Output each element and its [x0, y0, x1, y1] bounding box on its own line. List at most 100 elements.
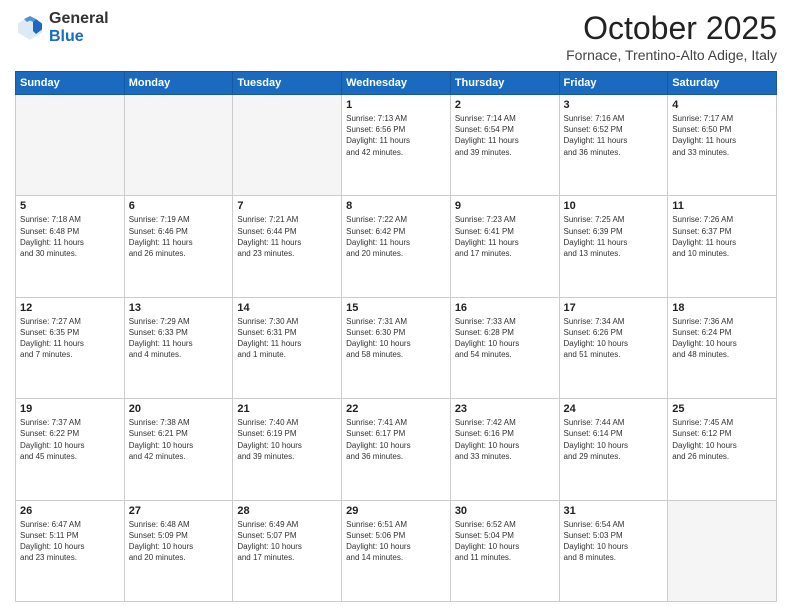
day-info: Sunrise: 6:54 AM Sunset: 5:03 PM Dayligh… — [564, 519, 664, 564]
day-info: Sunrise: 7:33 AM Sunset: 6:28 PM Dayligh… — [455, 316, 555, 361]
month-title: October 2025 — [566, 10, 777, 47]
calendar-cell: 7Sunrise: 7:21 AM Sunset: 6:44 PM Daylig… — [233, 196, 342, 297]
calendar-cell: 26Sunrise: 6:47 AM Sunset: 5:11 PM Dayli… — [16, 500, 125, 601]
day-info: Sunrise: 7:34 AM Sunset: 6:26 PM Dayligh… — [564, 316, 664, 361]
day-number: 26 — [20, 505, 120, 517]
calendar-cell — [668, 500, 777, 601]
calendar-cell: 9Sunrise: 7:23 AM Sunset: 6:41 PM Daylig… — [450, 196, 559, 297]
calendar-header-thursday: Thursday — [450, 72, 559, 95]
day-info: Sunrise: 7:25 AM Sunset: 6:39 PM Dayligh… — [564, 214, 664, 259]
day-info: Sunrise: 7:16 AM Sunset: 6:52 PM Dayligh… — [564, 113, 664, 158]
day-number: 1 — [346, 99, 446, 111]
day-info: Sunrise: 7:31 AM Sunset: 6:30 PM Dayligh… — [346, 316, 446, 361]
calendar-header-friday: Friday — [559, 72, 668, 95]
calendar-cell: 22Sunrise: 7:41 AM Sunset: 6:17 PM Dayli… — [342, 399, 451, 500]
day-info: Sunrise: 7:37 AM Sunset: 6:22 PM Dayligh… — [20, 417, 120, 462]
day-info: Sunrise: 7:27 AM Sunset: 6:35 PM Dayligh… — [20, 316, 120, 361]
calendar-cell: 29Sunrise: 6:51 AM Sunset: 5:06 PM Dayli… — [342, 500, 451, 601]
calendar-header-saturday: Saturday — [668, 72, 777, 95]
calendar-cell: 2 Sunrise: 7:14 AM Sunset: 6:54 PM Daylig… — [450, 95, 559, 196]
logo: General Blue — [15, 10, 109, 45]
day-info: Sunrise: 6:52 AM Sunset: 5:04 PM Dayligh… — [455, 519, 555, 564]
calendar-cell: 3 Sunrise: 7:16 AM Sunset: 6:52 PM Daylig… — [559, 95, 668, 196]
calendar-cell: 5Sunrise: 7:18 AM Sunset: 6:48 PM Daylig… — [16, 196, 125, 297]
day-info: Sunrise: 7:22 AM Sunset: 6:42 PM Dayligh… — [346, 214, 446, 259]
day-info: Sunrise: 7:26 AM Sunset: 6:37 PM Dayligh… — [672, 214, 772, 259]
logo-icon — [15, 13, 45, 43]
page: General Blue October 2025 Fornace, Trent… — [0, 0, 792, 612]
day-info: Sunrise: 7:19 AM Sunset: 6:46 PM Dayligh… — [129, 214, 229, 259]
day-info: Sunrise: 7:13 AM Sunset: 6:56 PM Dayligh… — [346, 113, 446, 158]
calendar-cell: 31 Sunrise: 6:54 AM Sunset: 5:03 PM Dayli… — [559, 500, 668, 601]
day-number: 14 — [237, 302, 337, 314]
day-number: 18 — [672, 302, 772, 314]
day-number: 29 — [346, 505, 446, 517]
calendar-header-monday: Monday — [124, 72, 233, 95]
day-info: Sunrise: 7:36 AM Sunset: 6:24 PM Dayligh… — [672, 316, 772, 361]
day-info: Sunrise: 7:14 AM Sunset: 6:54 PM Dayligh… — [455, 113, 555, 158]
day-number: 10 — [564, 200, 664, 212]
location: Fornace, Trentino-Alto Adige, Italy — [566, 47, 777, 63]
day-info: Sunrise: 7:30 AM Sunset: 6:31 PM Dayligh… — [237, 316, 337, 361]
day-info: Sunrise: 7:21 AM Sunset: 6:44 PM Dayligh… — [237, 214, 337, 259]
calendar-cell — [233, 95, 342, 196]
logo-blue: Blue — [49, 28, 109, 46]
day-number: 30 — [455, 505, 555, 517]
calendar-cell: 19 Sunrise: 7:37 AM Sunset: 6:22 PM Dayli… — [16, 399, 125, 500]
day-number: 6 — [129, 200, 229, 212]
calendar-cell: 20 Sunrise: 7:38 AM Sunset: 6:21 PM Dayli… — [124, 399, 233, 500]
day-number: 25 — [672, 403, 772, 415]
calendar-header-row: SundayMondayTuesdayWednesdayThursdayFrid… — [16, 72, 777, 95]
day-number: 2 — [455, 99, 555, 111]
day-info: Sunrise: 7:40 AM Sunset: 6:19 PM Dayligh… — [237, 417, 337, 462]
day-number: 27 — [129, 505, 229, 517]
day-info: Sunrise: 7:44 AM Sunset: 6:14 PM Dayligh… — [564, 417, 664, 462]
calendar-week-4: 26Sunrise: 6:47 AM Sunset: 5:11 PM Dayli… — [16, 500, 777, 601]
calendar-cell: 8 Sunrise: 7:22 AM Sunset: 6:42 PM Daylig… — [342, 196, 451, 297]
calendar-cell: 17 Sunrise: 7:34 AM Sunset: 6:26 PM Dayli… — [559, 297, 668, 398]
day-number: 13 — [129, 302, 229, 314]
calendar-cell: 27Sunrise: 6:48 AM Sunset: 5:09 PM Dayli… — [124, 500, 233, 601]
day-number: 19 — [20, 403, 120, 415]
calendar-week-2: 12Sunrise: 7:27 AM Sunset: 6:35 PM Dayli… — [16, 297, 777, 398]
calendar-cell: 23 Sunrise: 7:42 AM Sunset: 6:16 PM Dayli… — [450, 399, 559, 500]
day-info: Sunrise: 7:38 AM Sunset: 6:21 PM Dayligh… — [129, 417, 229, 462]
calendar-cell: 11 Sunrise: 7:26 AM Sunset: 6:37 PM Dayli… — [668, 196, 777, 297]
calendar-week-1: 5Sunrise: 7:18 AM Sunset: 6:48 PM Daylig… — [16, 196, 777, 297]
calendar-cell: 18 Sunrise: 7:36 AM Sunset: 6:24 PM Dayli… — [668, 297, 777, 398]
calendar-cell: 30 Sunrise: 6:52 AM Sunset: 5:04 PM Dayli… — [450, 500, 559, 601]
calendar-week-3: 19 Sunrise: 7:37 AM Sunset: 6:22 PM Dayli… — [16, 399, 777, 500]
day-number: 28 — [237, 505, 337, 517]
day-number: 3 — [564, 99, 664, 111]
day-number: 8 — [346, 200, 446, 212]
day-number: 24 — [564, 403, 664, 415]
calendar-cell: 25 Sunrise: 7:45 AM Sunset: 6:12 PM Dayli… — [668, 399, 777, 500]
day-number: 11 — [672, 200, 772, 212]
day-number: 23 — [455, 403, 555, 415]
calendar-cell: 10 Sunrise: 7:25 AM Sunset: 6:39 PM Dayli… — [559, 196, 668, 297]
day-info: Sunrise: 7:41 AM Sunset: 6:17 PM Dayligh… — [346, 417, 446, 462]
header: General Blue October 2025 Fornace, Trent… — [15, 10, 777, 63]
day-number: 4 — [672, 99, 772, 111]
day-info: Sunrise: 7:17 AM Sunset: 6:50 PM Dayligh… — [672, 113, 772, 158]
calendar-cell: 6 Sunrise: 7:19 AM Sunset: 6:46 PM Daylig… — [124, 196, 233, 297]
calendar-table: SundayMondayTuesdayWednesdayThursdayFrid… — [15, 71, 777, 602]
day-info: Sunrise: 7:45 AM Sunset: 6:12 PM Dayligh… — [672, 417, 772, 462]
day-number: 21 — [237, 403, 337, 415]
day-number: 9 — [455, 200, 555, 212]
day-info: Sunrise: 7:18 AM Sunset: 6:48 PM Dayligh… — [20, 214, 120, 259]
day-number: 20 — [129, 403, 229, 415]
logo-general: General — [49, 10, 109, 28]
calendar-cell — [124, 95, 233, 196]
calendar-cell: 1 Sunrise: 7:13 AM Sunset: 6:56 PM Daylig… — [342, 95, 451, 196]
calendar-header-tuesday: Tuesday — [233, 72, 342, 95]
title-block: October 2025 Fornace, Trentino-Alto Adig… — [566, 10, 777, 63]
calendar-cell: 15Sunrise: 7:31 AM Sunset: 6:30 PM Dayli… — [342, 297, 451, 398]
calendar-header-wednesday: Wednesday — [342, 72, 451, 95]
day-info: Sunrise: 7:42 AM Sunset: 6:16 PM Dayligh… — [455, 417, 555, 462]
day-number: 31 — [564, 505, 664, 517]
calendar-cell: 16Sunrise: 7:33 AM Sunset: 6:28 PM Dayli… — [450, 297, 559, 398]
day-number: 17 — [564, 302, 664, 314]
calendar-header-sunday: Sunday — [16, 72, 125, 95]
calendar-cell — [16, 95, 125, 196]
